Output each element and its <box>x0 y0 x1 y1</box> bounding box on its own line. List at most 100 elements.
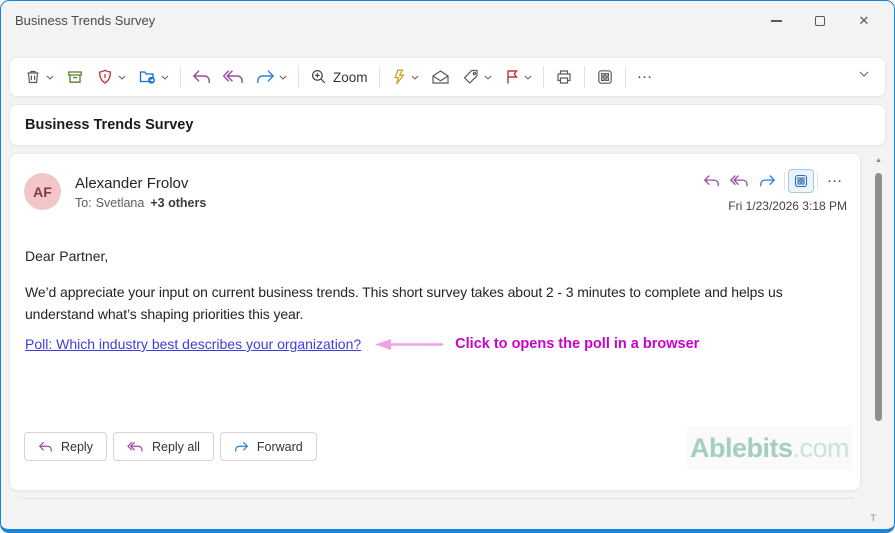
forward-icon <box>235 441 249 451</box>
annotation-text: Click to opens the poll in a browser <box>455 336 700 352</box>
body-paragraph: We’d appreciate your input on current bu… <box>25 284 783 322</box>
title-bar: Business Trends Survey ✕ <box>1 1 894 49</box>
print-button[interactable] <box>549 62 579 92</box>
apps-button[interactable] <box>788 169 814 193</box>
report-button[interactable] <box>90 62 132 92</box>
toolbar-separator <box>542 66 544 88</box>
reply-all-button[interactable]: Reply all <box>112 432 214 461</box>
chevron-down-icon <box>161 75 169 80</box>
reply-icon <box>38 441 52 451</box>
tag-icon <box>463 69 478 84</box>
body-greeting: Dear Partner, <box>25 248 109 264</box>
archive-icon <box>68 71 82 83</box>
chevron-down-icon <box>118 75 126 80</box>
more-icon: … <box>636 65 654 82</box>
forward-label: Forward <box>256 439 303 454</box>
sender-name[interactable]: Alexander Frolov <box>75 175 188 192</box>
poll-row: Poll: Which industry best describes your… <box>25 336 699 352</box>
apps-grid-icon <box>597 70 612 84</box>
avatar[interactable]: AF <box>24 173 61 210</box>
vertical-scrollbar[interactable]: ▲ <box>873 155 885 491</box>
reply-label: Reply <box>61 439 93 454</box>
window-controls: ✕ <box>754 1 886 41</box>
outlook-message-window: Business Trends Survey ✕ Zoom … Business… <box>0 0 895 533</box>
forward-button[interactable] <box>250 62 293 92</box>
flag-icon <box>506 70 518 84</box>
toolbar-separator <box>298 66 299 88</box>
window-title: Business Trends Survey <box>15 13 156 28</box>
maximize-icon <box>815 16 825 26</box>
reply-all-icon <box>729 175 748 187</box>
minimize-icon <box>770 20 782 22</box>
reply-all-button[interactable] <box>217 62 250 92</box>
more-commands-button[interactable]: … <box>631 62 660 92</box>
close-button[interactable]: ✕ <box>842 1 886 41</box>
collapse-ribbon-button[interactable] <box>859 71 869 77</box>
recipient-name: Svetlana <box>95 196 145 210</box>
annotation-arrow-icon <box>375 338 444 350</box>
toolbar-separator <box>624 66 626 88</box>
maximize-button[interactable] <box>798 1 842 41</box>
chevron-down-icon <box>411 75 418 80</box>
reply-icon <box>703 175 719 187</box>
subject-bar: Business Trends Survey <box>9 104 886 146</box>
more-icon: … <box>826 169 844 186</box>
ablebits-watermark: Ablebits .com <box>687 426 852 470</box>
envelope-icon <box>431 70 449 84</box>
more-actions-button[interactable]: … <box>821 168 849 194</box>
folder-move-icon <box>139 71 155 84</box>
reply-all-icon <box>127 441 143 451</box>
subject-title: Business Trends Survey <box>25 117 194 133</box>
reply-button[interactable] <box>697 168 725 194</box>
minimize-button[interactable] <box>754 1 798 41</box>
others-count[interactable]: +3 others <box>150 196 206 210</box>
scroll-up-icon[interactable]: ▲ <box>875 157 882 164</box>
scrollbar-thumb[interactable] <box>875 173 882 421</box>
apps-grid-icon <box>794 174 808 188</box>
tiny-footer-label: T <box>870 513 877 523</box>
header-separator <box>817 172 818 190</box>
lightning-icon <box>393 69 405 85</box>
bottom-divider <box>21 498 854 499</box>
forward-icon <box>257 70 275 83</box>
reply-button[interactable] <box>186 62 217 92</box>
apps-button[interactable] <box>590 62 620 92</box>
message-timestamp: Fri 1/23/2026 3:18 PM <box>728 199 847 213</box>
zoom-button[interactable]: Zoom <box>304 62 374 92</box>
reply-all-icon <box>223 70 243 83</box>
move-to-button[interactable] <box>132 62 175 92</box>
categorize-button[interactable] <box>456 62 498 92</box>
flag-button[interactable] <box>498 62 538 92</box>
toolbar-separator <box>180 66 181 88</box>
message-pane: AF Alexander Frolov To: Svetlana +3 others… <box>9 153 861 491</box>
reply-button[interactable]: Reply <box>24 432 107 461</box>
chevron-down-icon <box>524 75 531 80</box>
message-toolbar: Zoom … <box>9 57 886 97</box>
forward-button[interactable]: Forward <box>219 432 317 461</box>
reply-all-label: Reply all <box>151 439 200 454</box>
forward-icon <box>759 175 775 187</box>
recipients-line[interactable]: To: Svetlana +3 others <box>75 196 206 210</box>
to-label: To: <box>75 196 92 210</box>
chevron-down-icon <box>46 75 54 80</box>
watermark-brand: Ablebits <box>689 432 793 463</box>
read-unread-button[interactable] <box>425 62 456 92</box>
archive-button[interactable] <box>60 62 90 92</box>
forward-button[interactable] <box>753 168 781 194</box>
message-header-actions: … <box>697 168 849 194</box>
reply-icon <box>192 70 210 83</box>
quick-steps-button[interactable] <box>385 62 425 92</box>
printer-icon <box>556 70 571 84</box>
zoom-label: Zoom <box>333 69 368 85</box>
watermark-suffix: .com <box>792 432 850 463</box>
toolbar-separator <box>583 66 585 88</box>
shield-alert-icon <box>98 69 112 84</box>
chevron-down-icon <box>484 75 491 80</box>
trash-icon <box>27 70 39 84</box>
delete-button[interactable] <box>18 62 60 92</box>
zoom-icon <box>311 69 326 84</box>
header-separator <box>784 172 785 190</box>
quick-reply-actions: Reply Reply all Forward <box>24 432 317 461</box>
reply-all-button[interactable] <box>725 168 753 194</box>
poll-link[interactable]: Poll: Which industry best describes your… <box>25 336 361 352</box>
